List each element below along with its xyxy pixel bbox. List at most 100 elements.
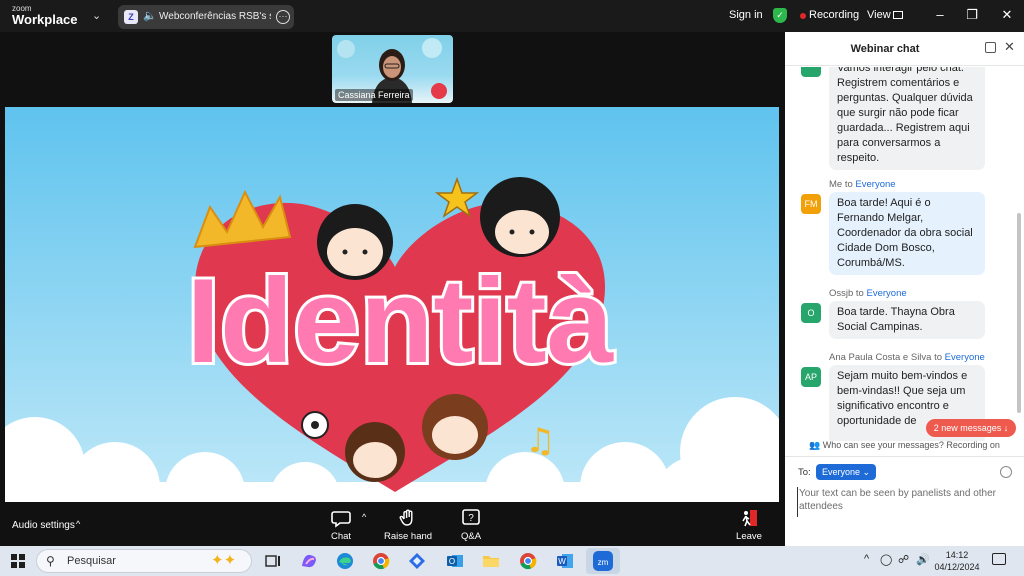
leave-button[interactable]: Leave	[735, 508, 763, 542]
svg-text:zm: zm	[598, 558, 609, 567]
raise-hand-icon	[399, 509, 413, 526]
taskbar-search[interactable]: ⚲ Pesquisar ✦✦	[36, 549, 252, 573]
popout-icon[interactable]	[985, 42, 996, 53]
svg-text:W: W	[558, 557, 566, 566]
camera-tray-icon[interactable]: ◯	[880, 553, 892, 566]
notification-icon[interactable]	[992, 553, 1006, 565]
windows-taskbar: ⚲ Pesquisar ✦✦ O W zm ^ ◯ ☍ 🔊 14:12 04/1…	[0, 546, 1024, 576]
more-icon[interactable]: ···	[276, 10, 290, 24]
chat-options-chevron-icon[interactable]: ^	[362, 512, 366, 522]
logo-big-text: Workplace	[12, 12, 78, 27]
clock-time: 14:12	[945, 550, 969, 560]
leave-icon	[742, 510, 757, 527]
edge-icon[interactable]	[334, 550, 356, 572]
message-sender: Ossjb to Everyone	[829, 288, 907, 299]
emoji-icon[interactable]	[1000, 466, 1012, 478]
recording-status: Recording	[809, 9, 860, 21]
chat-button[interactable]: Chat	[326, 508, 356, 542]
close-icon[interactable]: ✕	[1004, 39, 1015, 55]
recording-dot-icon	[800, 13, 806, 19]
outlook-icon[interactable]: O	[444, 550, 466, 572]
avatar	[801, 67, 821, 77]
file-explorer-icon[interactable]	[480, 550, 502, 572]
message-bubble: Vamos interagir pelo chat. Registrem com…	[829, 67, 985, 170]
clock-date: 04/12/2024	[934, 562, 980, 572]
meeting-app-icon: Z	[124, 10, 138, 24]
to-label: To:	[798, 467, 811, 478]
recipient-dropdown[interactable]: Everyone ⌄	[816, 464, 877, 480]
chat-message-list[interactable]: Vamos interagir pelo chat. Registrem com…	[785, 67, 1024, 441]
sender-name: Ossjb to	[829, 288, 864, 299]
recipient-value: Everyone	[822, 467, 861, 477]
message-sender: Ana Paula Costa e Silva to Everyone	[829, 352, 985, 363]
network-icon[interactable]: ☍	[898, 553, 909, 566]
title-bar: zoom Workplace ⌄ Z 🔈 Webconferências RSB…	[0, 0, 1024, 32]
qa-button[interactable]: ? Q&A	[458, 508, 484, 542]
view-button[interactable]: View	[867, 9, 891, 21]
chat-input[interactable]	[797, 487, 1012, 517]
message-bubble: Boa tarde! Aqui é o Fernando Melgar, Coo…	[829, 192, 985, 275]
sparkle-icon: ✦✦	[211, 552, 237, 569]
recipient-name: Everyone	[944, 352, 985, 363]
zoom-taskbar-icon[interactable]: zm	[586, 548, 620, 574]
recipient-name: Everyone	[866, 288, 907, 299]
zoom-logo[interactable]: zoom Workplace	[12, 5, 78, 27]
shared-screen: Identità ♫	[5, 107, 779, 502]
chat-icon	[331, 511, 351, 528]
new-messages-button[interactable]: 2 new messages ↓	[926, 419, 1016, 437]
chevron-down-icon[interactable]: ⌄	[92, 9, 101, 22]
participant-video[interactable]: Cassiana Ferreira	[332, 35, 453, 103]
windows-icon[interactable]	[11, 554, 25, 568]
close-window-icon[interactable]: ✕	[999, 7, 1015, 23]
svg-text:O: O	[449, 557, 455, 566]
chevron-up-icon[interactable]: ^	[76, 519, 80, 529]
chevron-up-icon[interactable]: ^	[864, 553, 869, 565]
shared-slide-title: Identità	[187, 254, 615, 388]
chat-header: Webinar chat ✕	[785, 32, 1024, 66]
view-grid-icon[interactable]	[893, 11, 903, 19]
speaker-icon: 🔈	[143, 10, 157, 22]
qa-icon: ?	[462, 509, 480, 525]
chrome-icon[interactable]	[370, 550, 392, 572]
message-sender: Me to Everyone	[829, 179, 896, 190]
restore-icon[interactable]: ❐	[964, 7, 980, 23]
chrome-profile-icon[interactable]	[517, 550, 539, 572]
who-can-see-link[interactable]: 👥 Who can see your messages? Recording o…	[785, 440, 1024, 454]
sender-name: Me to	[829, 179, 853, 190]
meeting-tab-title: Webconferências RSB's scree	[159, 11, 271, 22]
avatar: O	[801, 303, 821, 323]
search-placeholder: Pesquisar	[67, 555, 116, 567]
svg-text:♫: ♫	[525, 421, 555, 461]
audio-settings-button[interactable]: Audio settings	[12, 520, 75, 531]
avatar: AP	[801, 367, 821, 387]
shared-screen-image: Identità ♫	[5, 107, 779, 502]
message-bubble: Boa tarde. Thayna Obra Social Campinas.	[829, 301, 985, 339]
copilot-icon[interactable]	[298, 550, 320, 572]
copilot-app-icon[interactable]	[406, 550, 428, 572]
svg-text:?: ?	[468, 513, 474, 524]
chat-title: Webinar chat	[850, 43, 920, 55]
participant-name: Cassiana Ferreira	[335, 89, 413, 101]
qa-label: Q&A	[460, 531, 482, 542]
leave-label: Leave	[736, 531, 762, 542]
taskbar-clock[interactable]: 14:12 04/12/2024	[934, 549, 980, 573]
minimize-icon[interactable]: –	[932, 7, 948, 22]
raise-hand-button[interactable]: Raise hand	[384, 508, 432, 542]
raise-hand-label: Raise hand	[384, 531, 433, 542]
avatar: FM	[801, 194, 821, 214]
shield-check-icon[interactable]: ✓	[773, 8, 787, 23]
word-icon[interactable]: W	[554, 550, 576, 572]
new-messages-label: 2 new messages	[933, 423, 1002, 433]
meeting-tab[interactable]: Z 🔈 Webconferências RSB's scree ···	[118, 5, 294, 29]
meeting-area: Cassiana Ferreira Identità ♫ Audio setti…	[0, 32, 785, 546]
webinar-chat-panel: Webinar chat ✕ Vamos interagir pelo chat…	[785, 32, 1024, 546]
sign-in-link[interactable]: Sign in	[729, 9, 763, 21]
volume-icon[interactable]: 🔊	[916, 553, 930, 566]
search-icon: ⚲	[46, 554, 55, 568]
chat-label: Chat	[330, 531, 352, 542]
who-can-see-text: Who can see your messages? Recording on	[822, 440, 1000, 450]
recipient-name: Everyone	[855, 179, 896, 190]
chat-compose: To: Everyone ⌄	[785, 456, 1024, 546]
task-view-icon[interactable]	[262, 550, 284, 572]
chat-scrollbar[interactable]	[1017, 213, 1021, 413]
